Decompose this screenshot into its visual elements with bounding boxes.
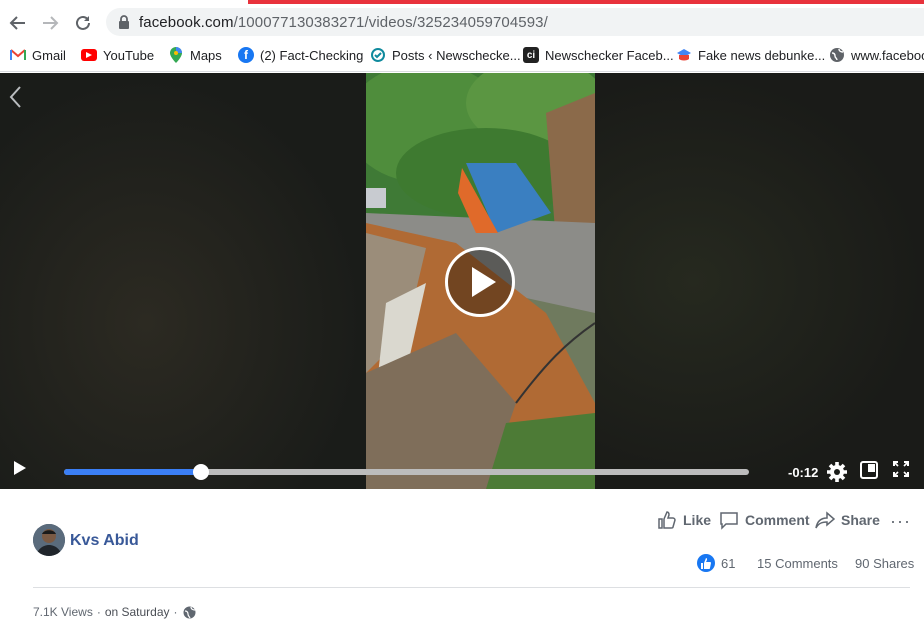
fullscreen-icon[interactable] <box>893 461 909 477</box>
url-text: facebook.com/100077130383271/videos/3252… <box>139 14 548 31</box>
avatar[interactable] <box>33 524 65 556</box>
meta-separator: · <box>96 605 101 619</box>
bookmark-youtube[interactable]: YouTube <box>81 45 154 65</box>
bookmarks-bar: Gmail YouTube Maps f (2) Fact-Checking P… <box>0 40 924 72</box>
video-blur-left <box>0 73 366 489</box>
newschecker-c-icon: ci <box>523 47 539 63</box>
bookmark-facebook-www[interactable]: www.faceboo <box>829 45 924 65</box>
comment-button[interactable]: Comment <box>719 510 810 530</box>
divider <box>33 587 910 588</box>
bookmark-newschecker-facebook[interactable]: ci Newschecker Faceb... <box>523 45 674 65</box>
bookmark-maps[interactable]: Maps <box>168 45 222 65</box>
facebook-icon: f <box>238 47 254 63</box>
play-icon <box>472 267 496 297</box>
gear-icon[interactable] <box>826 461 848 483</box>
share-icon <box>815 511 835 529</box>
bookmark-posts-newschecker[interactable]: Posts ‹ Newschecke... <box>370 45 521 65</box>
progress-scrubber[interactable] <box>193 464 209 480</box>
bookmark-gmail[interactable]: Gmail <box>10 45 66 65</box>
thumbs-up-icon <box>658 511 676 529</box>
youtube-icon <box>81 49 97 61</box>
like-button[interactable]: Like <box>657 510 711 530</box>
video-player[interactable]: -0:12 <box>0 73 924 489</box>
reload-button[interactable] <box>71 11 95 35</box>
comments-count[interactable]: 15 Comments <box>757 556 838 571</box>
post-info: Kvs Abid Like Comment Share ··· 61 15 Co… <box>0 489 924 621</box>
chevron-left-icon[interactable] <box>8 85 24 109</box>
person-icon <box>33 524 65 556</box>
reload-icon <box>76 15 90 30</box>
like-reaction-icon <box>697 554 715 572</box>
meta-separator: · <box>173 605 178 619</box>
globe-icon <box>183 606 196 618</box>
play-icon[interactable] <box>12 459 28 477</box>
arrow-right-icon <box>43 16 59 30</box>
comment-icon <box>720 512 738 530</box>
share-button[interactable]: Share <box>815 510 880 530</box>
progress-fill <box>64 469 201 475</box>
gmail-icon <box>10 47 26 63</box>
more-options-button[interactable]: ··· <box>890 511 911 532</box>
miniplayer-icon[interactable] <box>860 461 878 479</box>
player-controls: -0:12 <box>0 453 924 489</box>
newschecker-icon <box>370 47 386 63</box>
forward-button[interactable] <box>38 11 62 35</box>
cap-icon <box>676 47 692 63</box>
post-meta: 7.1K Views · on Saturday · <box>33 605 196 619</box>
lock-icon <box>119 15 129 29</box>
author-name[interactable]: Kvs Abid <box>70 532 139 550</box>
post-date[interactable]: on Saturday <box>105 605 170 619</box>
globe-icon <box>829 47 845 63</box>
address-bar[interactable]: facebook.com/100077130383271/videos/3252… <box>106 8 924 36</box>
arrow-left-icon <box>9 16 25 30</box>
shares-count[interactable]: 90 Shares <box>855 556 914 571</box>
time-remaining: -0:12 <box>788 465 819 480</box>
video-blur-right <box>595 73 924 489</box>
views-count: 7.1K Views <box>33 605 93 619</box>
bookmark-fact-checking[interactable]: f (2) Fact-Checking <box>238 45 363 65</box>
progress-track[interactable] <box>64 464 749 480</box>
bookmark-fake-news-debunker[interactable]: Fake news debunke... <box>676 45 825 65</box>
big-play-button[interactable] <box>445 247 515 317</box>
maps-icon <box>168 47 184 63</box>
back-button[interactable] <box>6 11 30 35</box>
reactions-summary[interactable]: 61 <box>697 554 735 572</box>
browser-toolbar: facebook.com/100077130383271/videos/3252… <box>0 4 924 40</box>
